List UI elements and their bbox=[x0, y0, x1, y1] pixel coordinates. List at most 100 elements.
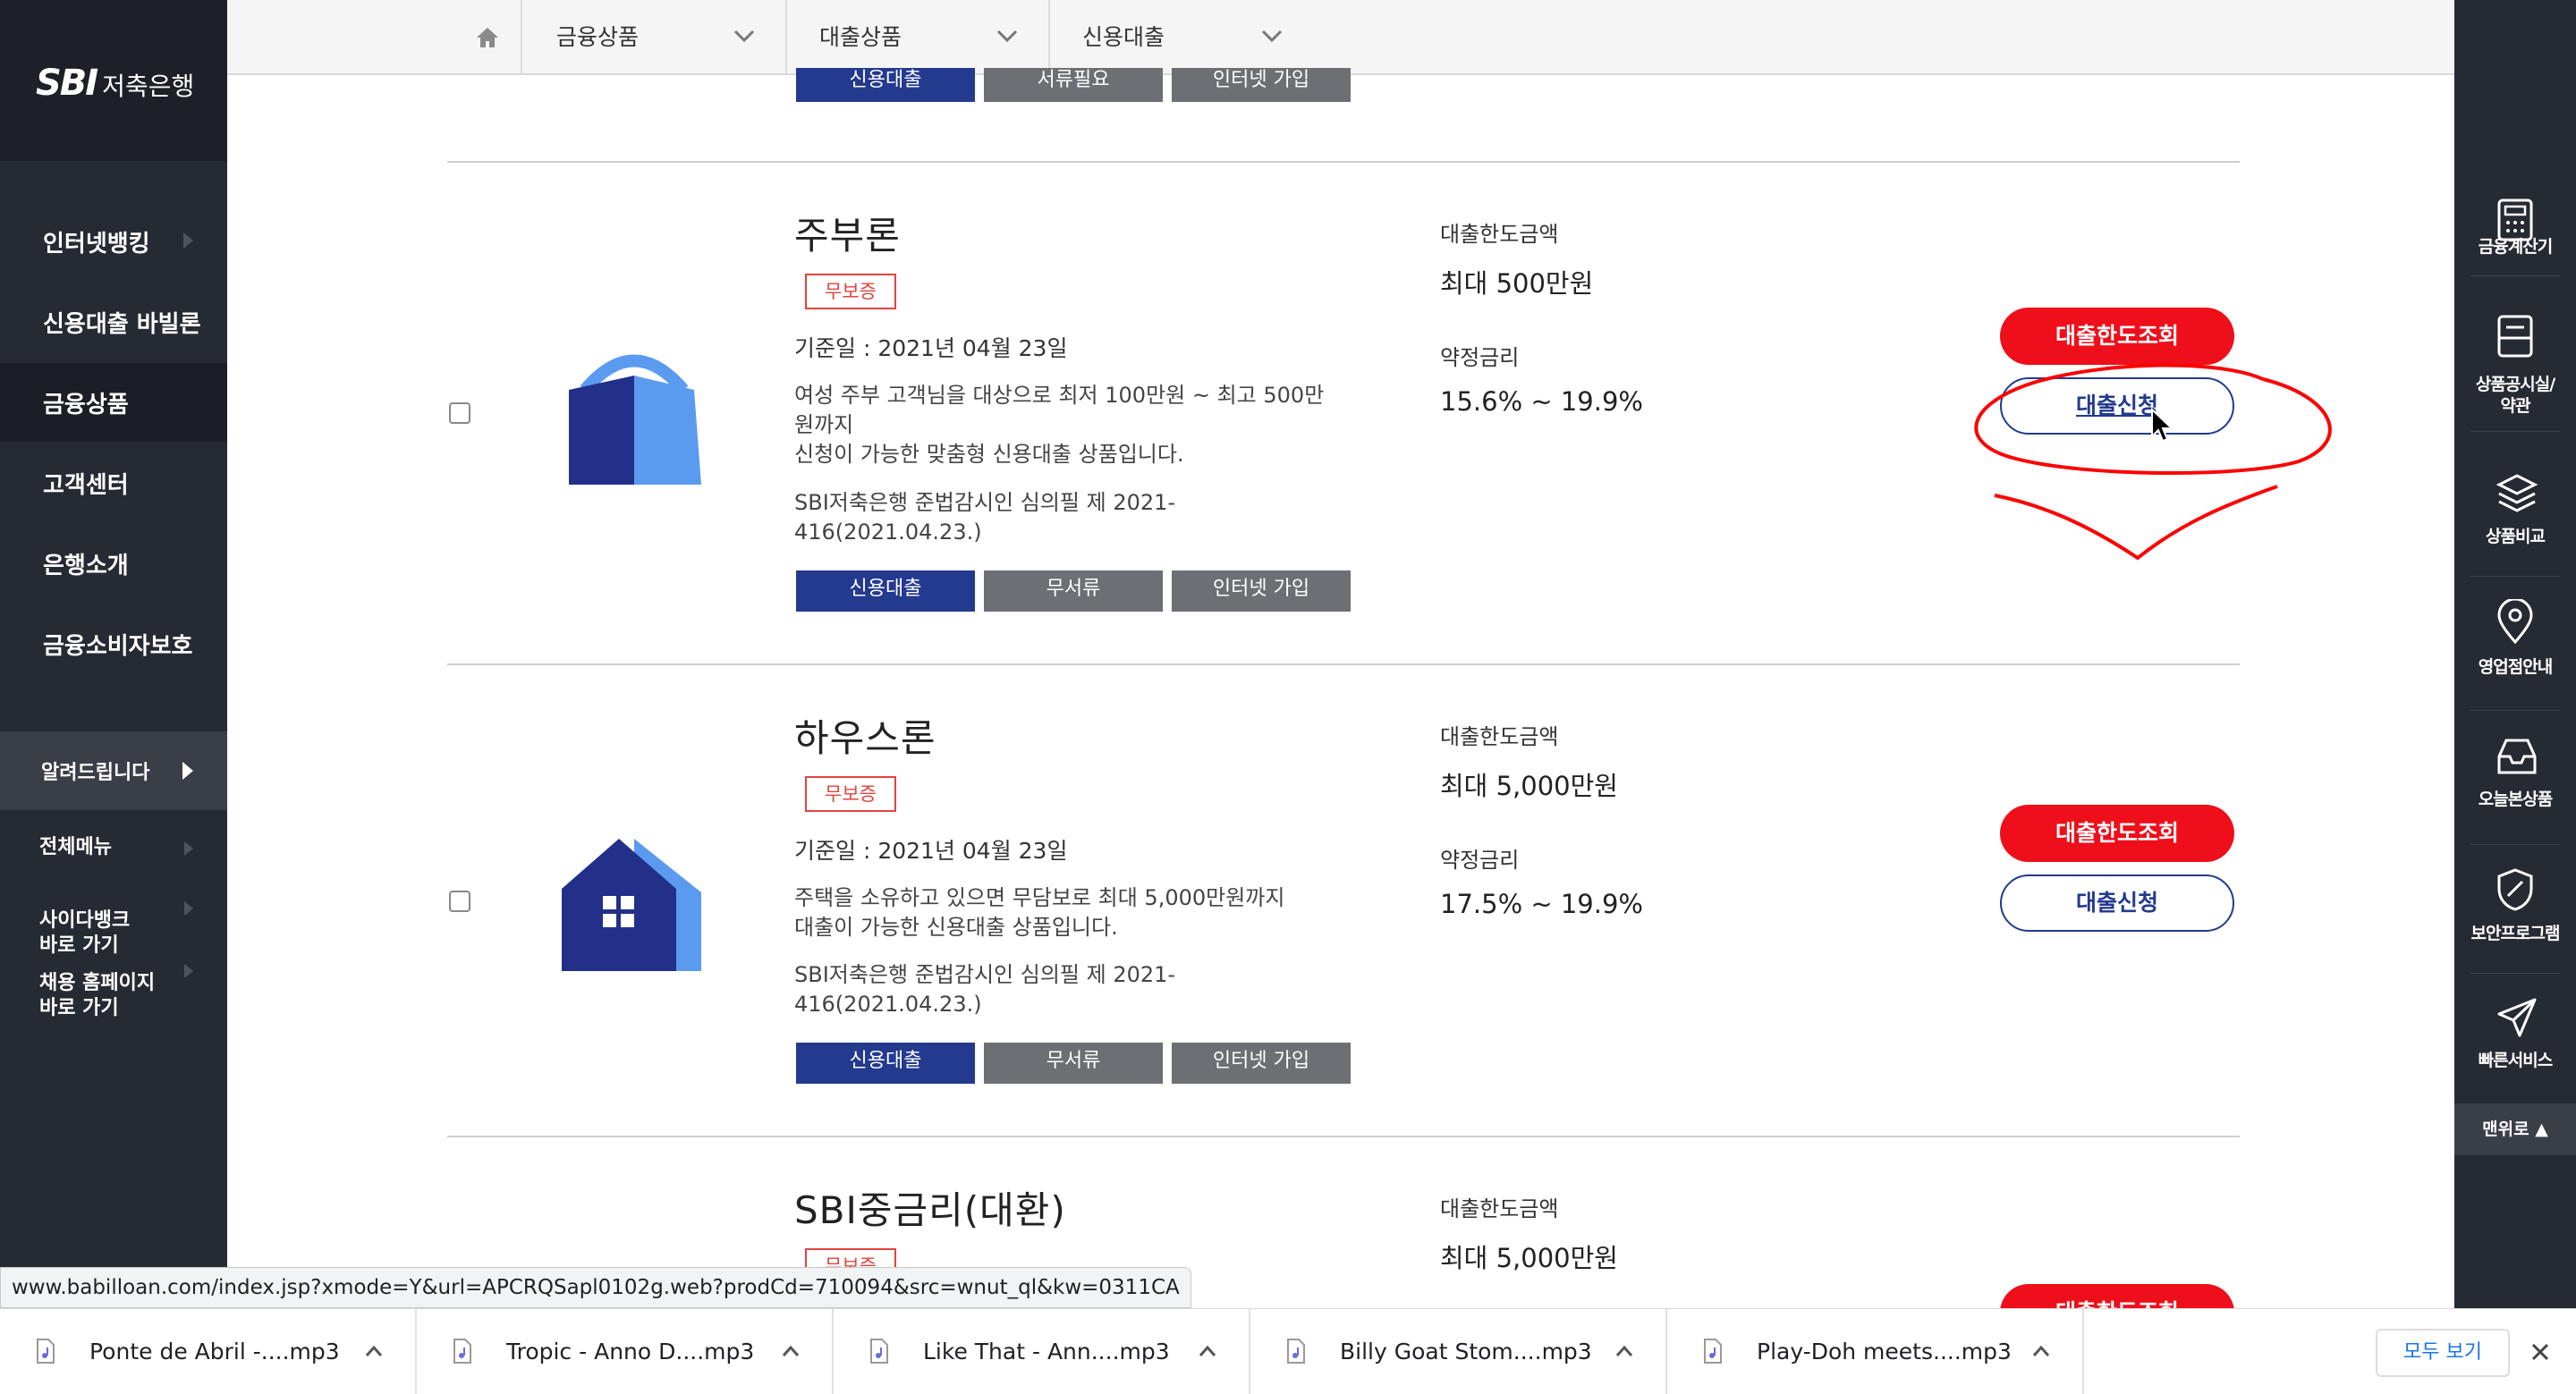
notice-bar[interactable]: 알려드립니다 bbox=[0, 731, 227, 810]
rate-label: 약정금리 bbox=[1440, 345, 1520, 370]
limit-label: 대출한도금액 bbox=[1440, 1196, 1559, 1221]
divider bbox=[447, 161, 2240, 163]
product-description: 주택을 소유하고 있으면 무담보로 최대 5,000만원까지 대출이 가능한 신… bbox=[794, 885, 1285, 940]
nav-consumer-protection[interactable]: 금융소비자보호 bbox=[0, 604, 227, 683]
tag-label: 인터넷 가입 bbox=[1212, 578, 1310, 600]
product-checkbox[interactable] bbox=[449, 402, 470, 424]
sub-recruit[interactable]: 채용 홈페이지 바로 가기 bbox=[0, 946, 227, 1019]
download-item[interactable]: Ponte de Abril -....mp3 bbox=[0, 1309, 417, 1394]
download-filename: Ponte de Abril -....mp3 bbox=[89, 1339, 340, 1364]
quick-recent-products[interactable]: 오늘본상품 bbox=[2454, 710, 2576, 841]
tag-credit-loan: 신용대출 bbox=[796, 68, 975, 102]
quick-label: 빠른서비스 bbox=[2478, 1051, 2553, 1070]
product-compliance: SBI저축은행 준법감시인 심의필 제 2021- 416(2021.04.23… bbox=[794, 490, 1176, 545]
product-badge: 무보증 bbox=[805, 274, 896, 309]
nav-financial-products[interactable]: 금융상품 bbox=[0, 363, 227, 442]
sub-cider-bank[interactable]: 사이다뱅크 바로 가기 bbox=[0, 883, 227, 957]
home-button[interactable] bbox=[451, 0, 522, 75]
breadcrumb-label: 금융상품 bbox=[556, 24, 640, 50]
product-description: 여성 주부 고객님을 대상으로 최저 100만원 ~ 최고 500만 원까지 신… bbox=[794, 383, 1325, 467]
quick-label: 보안프로그램 bbox=[2470, 924, 2561, 943]
nav-label: 금융소비자보호 bbox=[43, 632, 193, 660]
sub-all-menu[interactable]: 전체메뉴 bbox=[0, 835, 227, 862]
breadcrumb-level3[interactable]: 신용대출 bbox=[1050, 0, 1313, 75]
quick-label: 금융계산기 bbox=[2478, 237, 2553, 257]
download-item[interactable]: Play-Doh meets....mp3 bbox=[1667, 1309, 2084, 1394]
quick-label: 상품비교 bbox=[2486, 527, 2546, 546]
nav-label: 금융상품 bbox=[43, 391, 129, 418]
chevron-up-icon[interactable] bbox=[1615, 1345, 1633, 1357]
audio-file-icon bbox=[1704, 1339, 1722, 1364]
product-date: 기준일 : 2021년 04월 23일 bbox=[794, 335, 1068, 361]
chevron-right-icon bbox=[184, 901, 193, 916]
product-title: 하우스론 bbox=[794, 716, 936, 760]
chevron-up-icon[interactable] bbox=[782, 1345, 800, 1357]
show-all-downloads-button[interactable]: 모두 보기 bbox=[2376, 1329, 2510, 1377]
chevron-down-icon bbox=[733, 30, 755, 43]
tag-label: 무서류 bbox=[1046, 578, 1101, 600]
quick-product-disclosure[interactable]: 상품공시실/ 약관 bbox=[2454, 293, 2576, 424]
chevron-up-icon[interactable] bbox=[2032, 1345, 2050, 1357]
download-filename: Play-Doh meets....mp3 bbox=[1757, 1339, 2012, 1364]
divider bbox=[2470, 275, 2560, 276]
download-item[interactable]: Like That - Ann....mp3 bbox=[834, 1309, 1250, 1394]
download-item[interactable]: Tropic - Anno D....mp3 bbox=[417, 1309, 834, 1394]
download-item[interactable]: Billy Goat Stom....mp3 bbox=[1250, 1309, 1667, 1394]
tag-internet-join: 인터넷 가입 bbox=[1172, 1043, 1351, 1084]
sub-label: 채용 홈페이지 바로 가기 bbox=[39, 972, 156, 1019]
quick-label: 영업점안내 bbox=[2478, 657, 2553, 677]
nav-customer-center[interactable]: 고객센터 bbox=[0, 444, 227, 522]
breadcrumb-level1[interactable]: 금융상품 bbox=[524, 0, 787, 75]
chevron-right-icon bbox=[184, 964, 193, 978]
tag-internet-join: 인터넷 가입 bbox=[1172, 570, 1351, 612]
sbi-logo[interactable]: SBI 저축은행 bbox=[36, 63, 194, 104]
nav-babilloan[interactable]: 신용대출 바빌론 bbox=[0, 283, 227, 361]
tag-label: 신용대출 bbox=[849, 578, 922, 600]
left-sidebar: SBI 저축은행 인터넷뱅킹 신용대출 바빌론 금융상품 고객센터 은행소개 금융… bbox=[0, 0, 227, 1394]
nav-bank-intro[interactable]: 은행소개 bbox=[0, 524, 227, 603]
quick-label: 상품공시실/ 약관 bbox=[2475, 375, 2555, 416]
close-icon[interactable] bbox=[2529, 1341, 2551, 1363]
quick-security-program[interactable]: 보안프로그램 bbox=[2454, 844, 2576, 975]
loan-limit-button[interactable]: 대출한도조회 bbox=[2000, 805, 2234, 862]
sub-label: 전체메뉴 bbox=[39, 836, 112, 858]
rate-value: 17.5% ~ 19.9% bbox=[1440, 889, 1643, 919]
product-compliance: SBI저축은행 준법감시인 심의필 제 2021- 416(2021.04.23… bbox=[794, 962, 1176, 1017]
audio-file-icon bbox=[37, 1339, 55, 1364]
chevron-up-icon[interactable] bbox=[365, 1345, 383, 1357]
quick-calculator[interactable]: 금융계산기 bbox=[2454, 172, 2576, 302]
audio-file-icon bbox=[870, 1339, 888, 1364]
nav-label: 은행소개 bbox=[43, 552, 129, 579]
quick-product-compare[interactable]: 상품비교 bbox=[2454, 447, 2576, 578]
download-filename: Tropic - Anno D....mp3 bbox=[506, 1339, 755, 1364]
cursor-icon bbox=[2151, 408, 2174, 443]
product-date: 기준일 : 2021년 04월 23일 bbox=[794, 838, 1068, 864]
limit-label: 대출한도금액 bbox=[1440, 222, 1559, 247]
chevron-up-icon[interactable] bbox=[1199, 1345, 1216, 1357]
nav-label: 신용대출 바빌론 bbox=[43, 310, 201, 338]
right-sidebar: 금융계산기 상품공시실/ 약관 상품비교 영업점안내 오늘본상품 보안프로그램 … bbox=[2454, 0, 2576, 1394]
tag-label: 인터넷 가입 bbox=[1212, 1050, 1310, 1072]
nav-internet-banking[interactable]: 인터넷뱅킹 bbox=[0, 202, 227, 281]
house-window bbox=[603, 896, 635, 928]
tag-label: 신용대출 bbox=[849, 69, 922, 91]
breadcrumb-bar: 금융상품 대출상품 신용대출 bbox=[227, 0, 2454, 75]
layers-icon bbox=[2496, 474, 2538, 512]
red-annotation-icon bbox=[1974, 363, 2332, 561]
loan-apply-button[interactable]: 대출신청 bbox=[2000, 874, 2234, 932]
tag-label: 서류필요 bbox=[1037, 69, 1110, 91]
nav-label: 고객센터 bbox=[43, 471, 129, 499]
notice-label: 알려드립니다 bbox=[41, 762, 150, 784]
tag-label: 무서류 bbox=[1046, 1050, 1101, 1072]
tag-internet-join: 인터넷 가입 bbox=[1172, 68, 1351, 102]
product-checkbox[interactable] bbox=[449, 891, 470, 912]
breadcrumb-level2[interactable]: 대출상품 bbox=[787, 0, 1050, 75]
chevron-down-icon bbox=[1261, 30, 1283, 43]
quick-branch-info[interactable]: 영업점안내 bbox=[2454, 576, 2576, 706]
quick-fast-service[interactable]: 빠른서비스 bbox=[2454, 973, 2576, 1103]
location-pin-icon bbox=[2497, 599, 2533, 645]
limit-value: 최대 500만원 bbox=[1440, 268, 1594, 299]
back-to-top-button[interactable]: 맨위로 ▲ bbox=[2454, 1103, 2576, 1155]
nav-label: 인터넷뱅킹 bbox=[43, 230, 150, 258]
play-arrow-icon bbox=[182, 762, 193, 780]
